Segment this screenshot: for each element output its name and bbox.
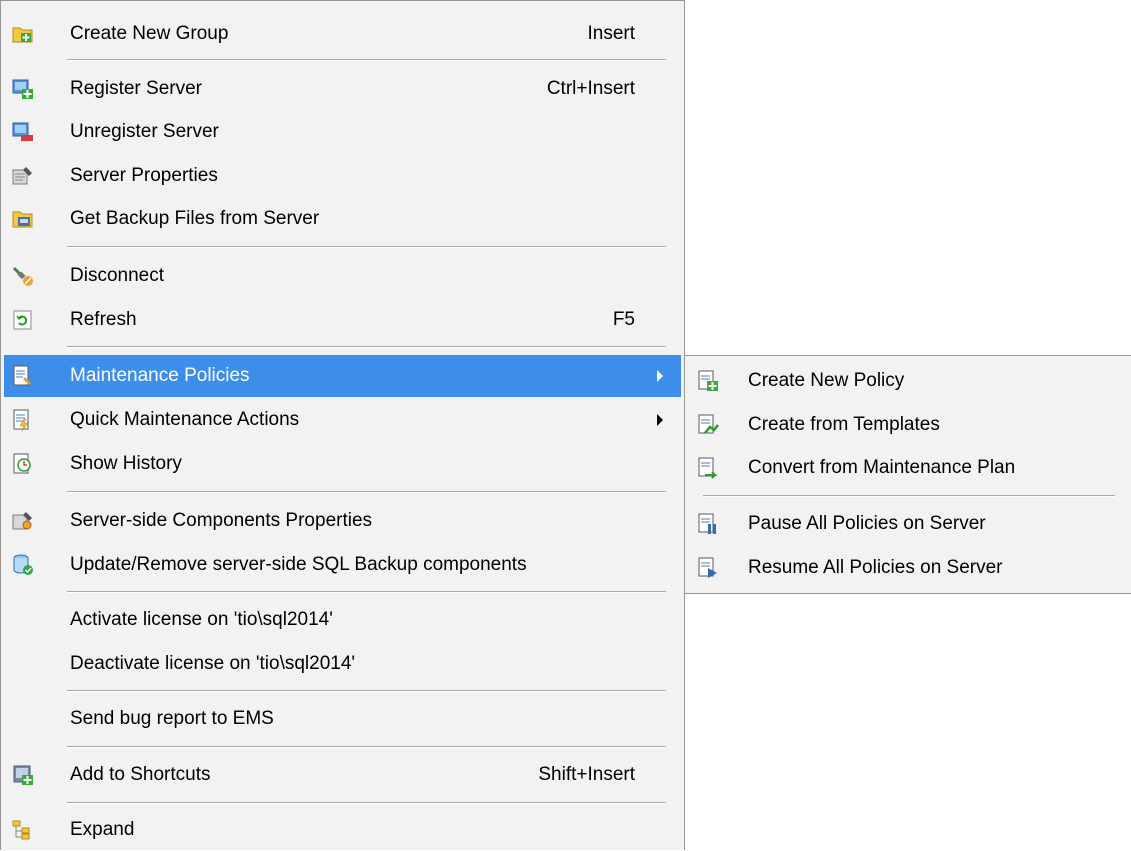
menu-item-label: Disconnect [70,265,164,286]
menu-item-label: Maintenance Policies [70,365,250,386]
menu-item-shortcut: Insert [587,23,635,44]
menu-item-label: Send bug report to EMS [70,708,274,729]
menu-item-label: Create New Policy [748,370,905,391]
menu-separator [67,246,666,248]
menu-item-label: Server Properties [70,165,218,186]
menu-item-label: Quick Maintenance Actions [70,409,300,430]
menu-item-label: Expand [70,819,135,840]
maintenance-policies-icon [12,365,34,387]
disconnect-plug-icon [12,265,34,287]
submenu-arrow-icon [657,414,663,426]
components-properties-icon [12,510,34,532]
menu-item-shortcut: Shift+Insert [538,764,635,785]
quick-maintenance-icon [12,409,34,431]
submenu-item-convert-from-maintenance-plan[interactable]: Convert from Maintenance Plan [688,447,1128,489]
menu-item-label: Unregister Server [70,121,219,142]
menu-separator [703,495,1115,497]
history-icon [12,453,34,475]
submenu-item-resume-all-policies[interactable]: Resume All Policies on Server [688,547,1128,589]
menu-item-create-new-group[interactable]: Create New Group Insert [4,13,681,55]
menu-separator [67,491,666,493]
menu-item-label: Deactivate license on 'tio\sql2014' [70,653,356,674]
submenu-item-create-from-templates[interactable]: Create from Templates [688,404,1128,446]
policy-resume-icon [697,557,719,579]
menu-item-register-server[interactable]: Register Server Ctrl+Insert [4,68,681,110]
menu-item-label: Get Backup Files from Server [70,208,320,229]
menu-item-label: Activate license on 'tio\sql2014' [70,609,333,630]
policy-template-icon [697,414,719,436]
policy-pause-icon [697,513,719,535]
menu-item-shortcut: F5 [612,309,635,330]
menu-item-label: Update/Remove server-side SQL Backup com… [70,554,527,575]
menu-separator [67,802,666,804]
menu-item-unregister-server[interactable]: Unregister Server [4,111,681,153]
menu-separator [67,59,666,61]
server-properties-icon [12,165,34,187]
menu-item-label: Add to Shortcuts [70,764,211,785]
menu-item-maintenance-policies[interactable]: Maintenance Policies [4,355,681,397]
refresh-icon [12,309,34,331]
context-menu: Create New Group Insert Register Server … [0,0,685,850]
menu-item-activate-license[interactable]: Activate license on 'tio\sql2014' [4,599,681,641]
menu-separator [67,346,666,348]
menu-item-update-remove-components[interactable]: Update/Remove server-side SQL Backup com… [4,544,681,586]
menu-item-components-properties[interactable]: Server-side Components Properties [4,500,681,542]
menu-separator [67,690,666,692]
policy-add-icon [697,370,719,392]
database-check-icon [12,554,34,576]
menu-item-add-to-shortcuts[interactable]: Add to Shortcuts Shift+Insert [4,754,681,796]
menu-item-expand[interactable]: Expand [4,809,681,851]
backup-files-icon [12,208,34,230]
menu-separator [67,746,666,748]
add-shortcut-icon [12,764,34,786]
submenu-arrow-icon [657,370,663,382]
menu-item-server-properties[interactable]: Server Properties [4,155,681,197]
menu-item-label: Pause All Policies on Server [748,513,986,534]
menu-item-get-backup-files[interactable]: Get Backup Files from Server [4,198,681,240]
menu-item-deactivate-license[interactable]: Deactivate license on 'tio\sql2014' [4,643,681,685]
menu-item-quick-maintenance-actions[interactable]: Quick Maintenance Actions [4,399,681,441]
menu-item-shortcut: Ctrl+Insert [546,78,635,99]
menu-item-label: Create New Group [70,23,229,44]
menu-item-disconnect[interactable]: Disconnect [4,255,681,297]
menu-separator [67,591,666,593]
menu-item-label: Refresh [70,309,137,330]
policy-convert-icon [697,457,719,479]
menu-item-refresh[interactable]: Refresh F5 [4,299,681,341]
menu-item-label: Register Server [70,78,202,99]
submenu-item-create-new-policy[interactable]: Create New Policy [688,360,1128,402]
folder-add-icon [12,23,34,45]
submenu-item-pause-all-policies[interactable]: Pause All Policies on Server [688,503,1128,545]
menu-item-show-history[interactable]: Show History [4,443,681,485]
menu-item-label: Show History [70,453,182,474]
menu-item-label: Convert from Maintenance Plan [748,457,1016,478]
maintenance-policies-submenu: Create New Policy Create from Templates … [684,355,1131,594]
menu-item-send-bug-report[interactable]: Send bug report to EMS [4,698,681,740]
expand-tree-icon [12,819,34,841]
server-remove-icon [12,121,34,143]
menu-item-label: Resume All Policies on Server [748,557,1003,578]
menu-item-label: Create from Templates [748,414,940,435]
server-add-icon [12,78,34,100]
menu-item-label: Server-side Components Properties [70,510,373,531]
